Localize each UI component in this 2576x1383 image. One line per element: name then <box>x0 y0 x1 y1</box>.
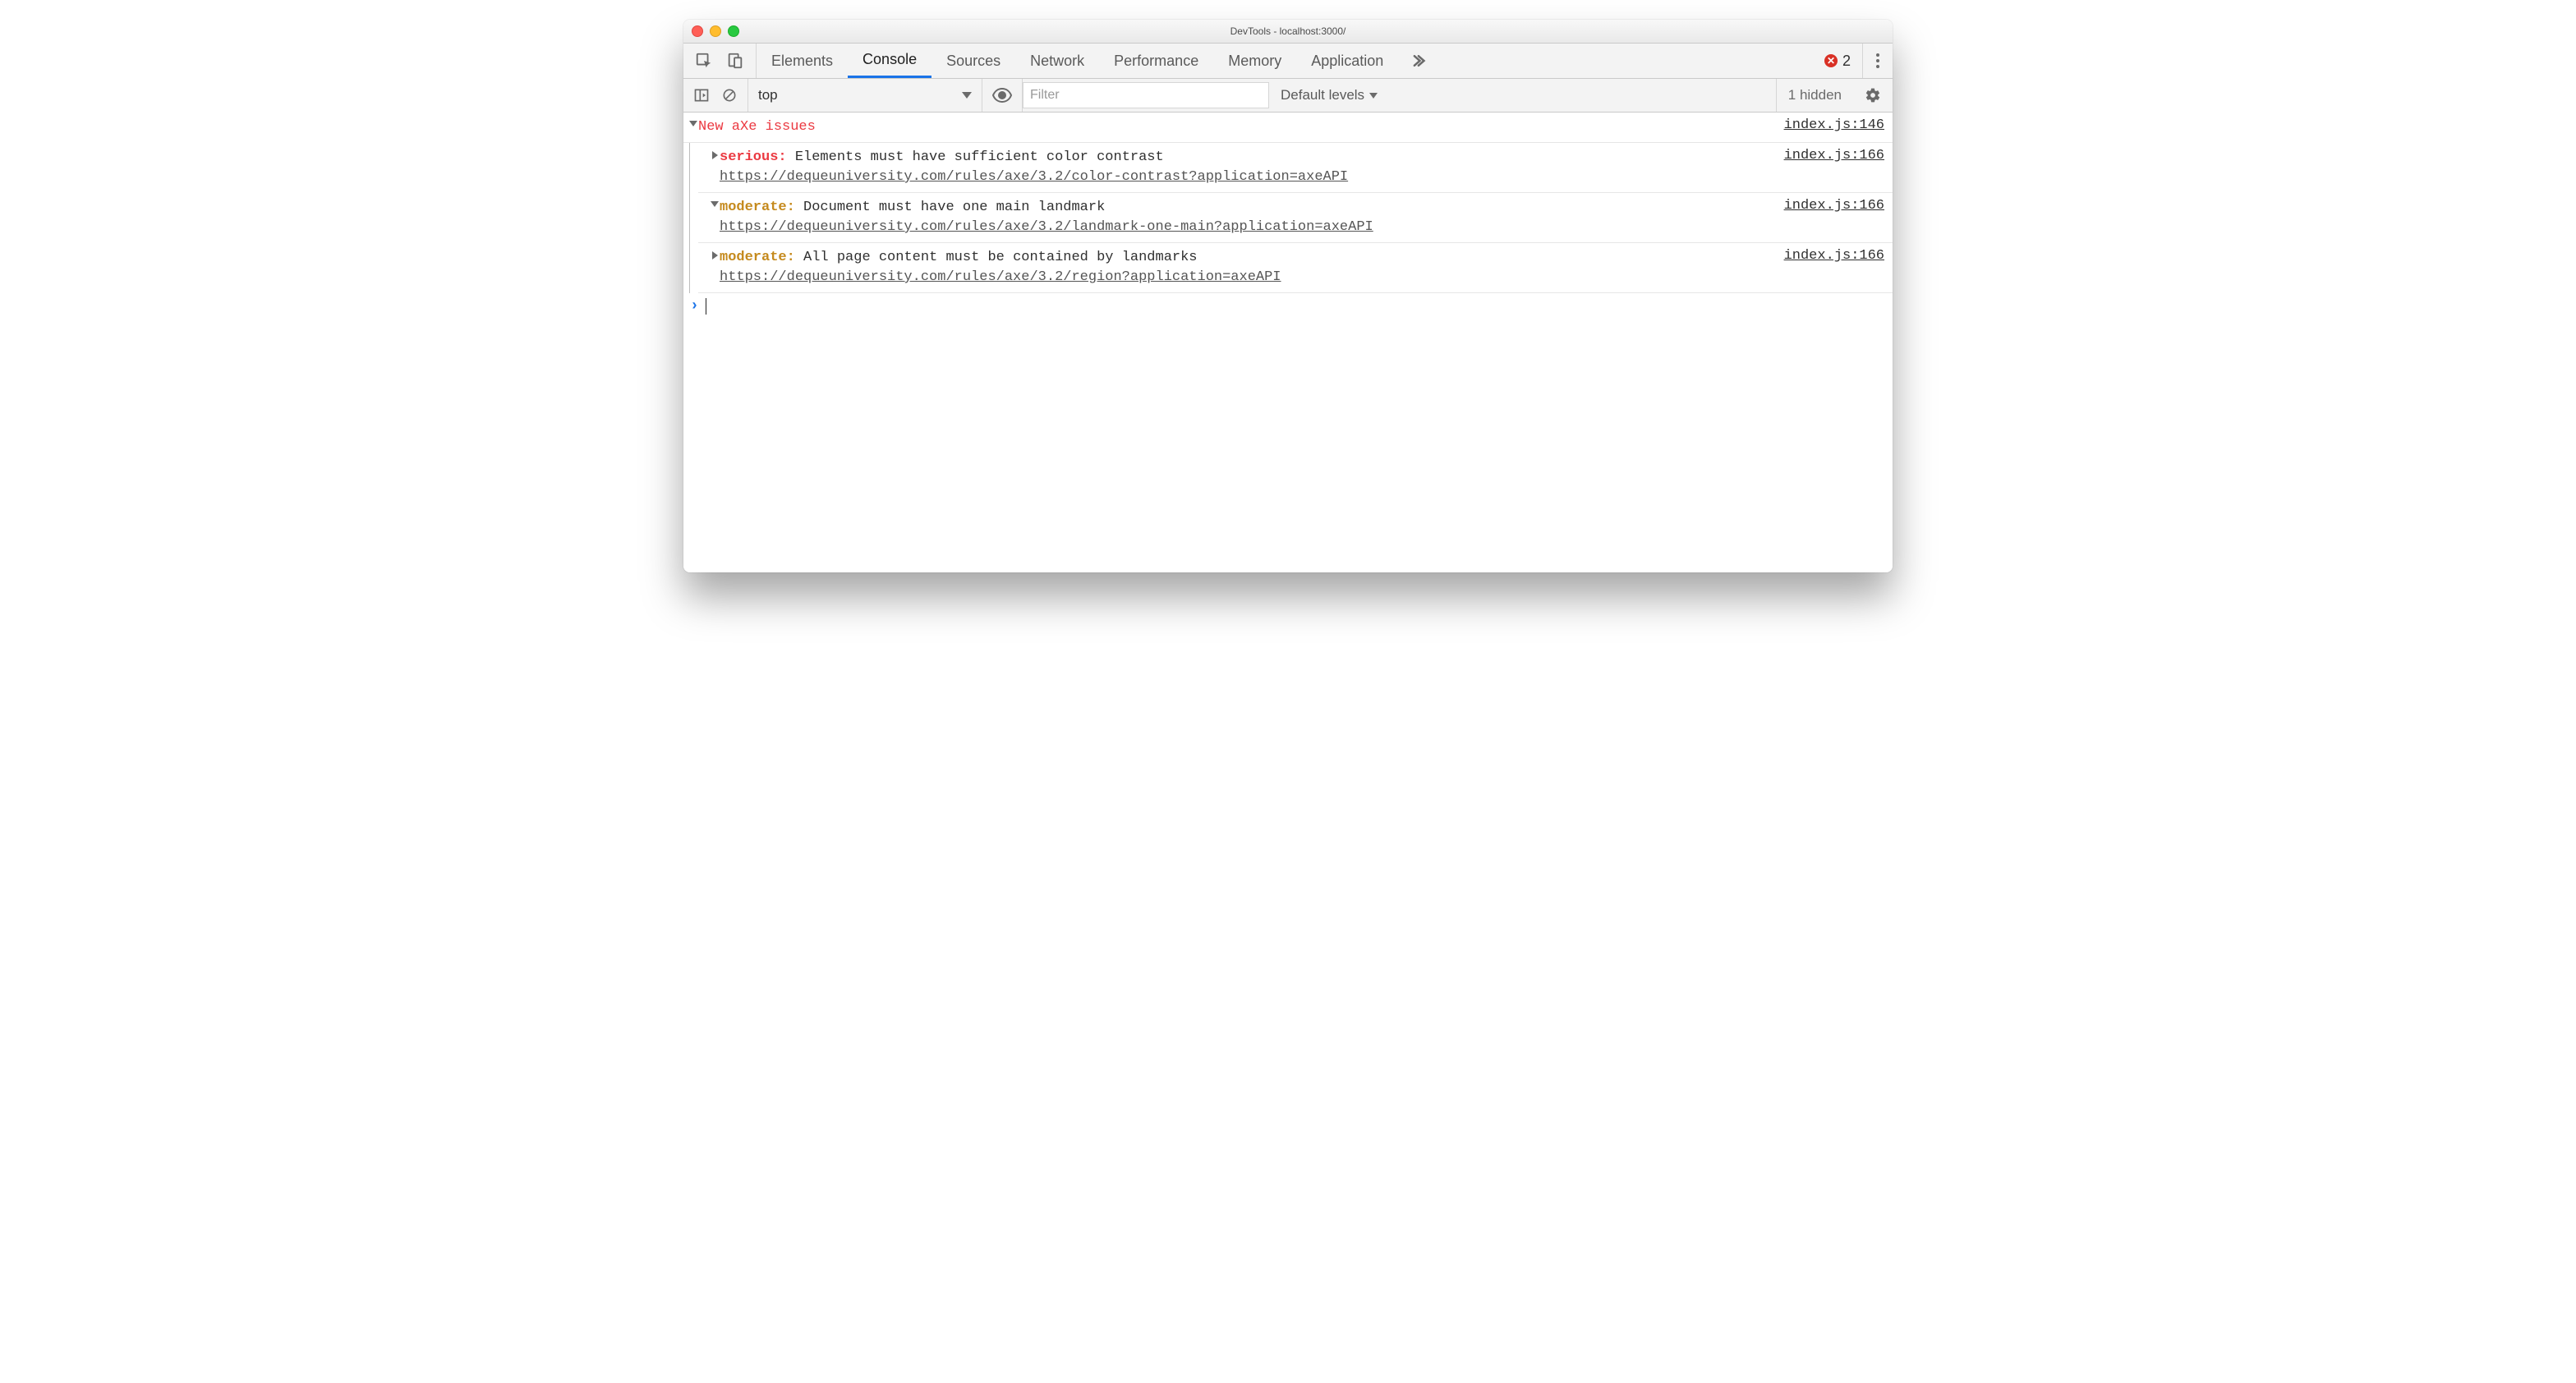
entry-message: Document must have one main landmark <box>803 200 1105 215</box>
panel-tabs: ElementsConsoleSourcesNetworkPerformance… <box>683 44 1893 79</box>
entry-message: All page content must be contained by la… <box>803 250 1197 265</box>
source-link[interactable]: index.js:166 <box>1771 246 1884 264</box>
disclosure-triangle[interactable] <box>688 116 698 126</box>
entry-url[interactable]: https://dequeuniversity.com/rules/axe/3.… <box>720 269 1281 285</box>
chevron-down-icon <box>689 121 697 126</box>
titlebar: DevTools - localhost:3000/ <box>683 20 1893 44</box>
error-count-value: 2 <box>1842 53 1851 70</box>
group-title: New aXe issues <box>698 119 816 135</box>
window-title: DevTools - localhost:3000/ <box>683 25 1893 37</box>
context-label: top <box>758 87 778 103</box>
kebab-icon <box>1876 53 1879 68</box>
inspect-element-icon[interactable] <box>695 52 713 70</box>
disclosure-triangle[interactable] <box>710 196 720 207</box>
severity-label: moderate: <box>720 250 803 265</box>
hidden-messages-label[interactable]: 1 hidden <box>1776 79 1853 112</box>
prompt-chevron-icon: › <box>690 298 699 315</box>
source-link[interactable]: index.js:166 <box>1771 196 1884 214</box>
close-window-button[interactable] <box>692 25 703 37</box>
console-settings-button[interactable] <box>1853 87 1893 103</box>
console-group-header[interactable]: New aXe issues index.js:146 <box>683 113 1893 143</box>
chevron-right-icon <box>712 251 718 260</box>
execution-context-selector[interactable]: top <box>758 87 972 103</box>
chevron-down-icon <box>962 92 972 99</box>
severity-label: serious: <box>720 149 795 165</box>
log-levels-selector[interactable]: Default levels <box>1269 87 1389 103</box>
toggle-device-toolbar-icon[interactable] <box>726 52 744 70</box>
source-link[interactable]: index.js:166 <box>1771 146 1884 163</box>
severity-label: moderate: <box>720 200 803 215</box>
live-expression-icon[interactable] <box>992 85 1012 105</box>
console-entry[interactable]: moderate: All page content must be conta… <box>698 243 1893 293</box>
tab-performance[interactable]: Performance <box>1099 44 1213 78</box>
window-controls <box>683 25 739 37</box>
clear-console-icon[interactable] <box>721 87 738 103</box>
source-link[interactable]: index.js:146 <box>1771 116 1884 133</box>
zoom-window-button[interactable] <box>728 25 739 37</box>
console-toolbar: top Default levels 1 hidden <box>683 79 1893 113</box>
devtools-menu-button[interactable] <box>1862 44 1893 78</box>
tab-sources[interactable]: Sources <box>932 44 1015 78</box>
console-prompt[interactable]: › <box>683 293 1893 319</box>
error-icon: ✕ <box>1824 54 1838 67</box>
tab-application[interactable]: Application <box>1296 44 1398 78</box>
chevron-right-icon <box>712 151 718 159</box>
filter-field[interactable] <box>1023 82 1269 108</box>
show-console-sidebar-icon[interactable] <box>693 87 710 103</box>
disclosure-triangle[interactable] <box>710 146 720 159</box>
tab-console[interactable]: Console <box>848 44 932 78</box>
console-entry[interactable]: serious: Elements must have sufficient c… <box>698 143 1893 193</box>
entry-url[interactable]: https://dequeuniversity.com/rules/axe/3.… <box>720 219 1373 235</box>
minimize-window-button[interactable] <box>710 25 721 37</box>
console-entry[interactable]: moderate: Document must have one main la… <box>698 193 1893 243</box>
filter-input[interactable] <box>1023 82 1269 108</box>
devtools-window: DevTools - localhost:3000/ ElementsConso… <box>683 20 1893 572</box>
error-count[interactable]: ✕ 2 <box>1813 44 1862 78</box>
tab-network[interactable]: Network <box>1015 44 1099 78</box>
more-tabs-button[interactable] <box>1398 44 1438 78</box>
tab-elements[interactable]: Elements <box>757 44 848 78</box>
tab-memory[interactable]: Memory <box>1213 44 1296 78</box>
console-output: New aXe issues index.js:146 serious: Ele… <box>683 113 1893 572</box>
levels-label: Default levels <box>1281 87 1364 103</box>
entry-message: Elements must have sufficient color cont… <box>795 149 1164 165</box>
chevron-down-icon <box>1369 93 1378 99</box>
entry-url[interactable]: https://dequeuniversity.com/rules/axe/3.… <box>720 169 1348 185</box>
gear-icon <box>1865 87 1881 103</box>
disclosure-triangle[interactable] <box>710 246 720 260</box>
chevron-down-icon <box>711 201 719 207</box>
